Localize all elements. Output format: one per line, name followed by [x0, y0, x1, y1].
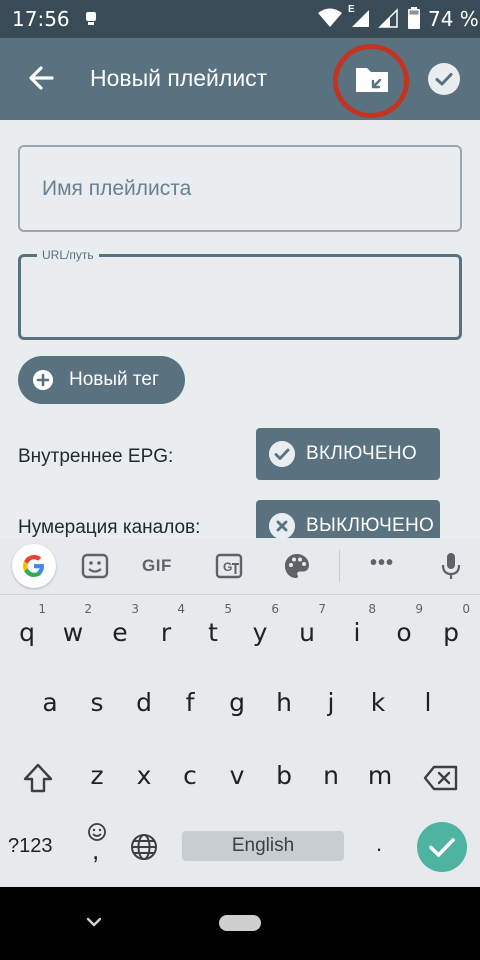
sticker-icon[interactable] — [80, 550, 110, 582]
key-v[interactable]: v — [214, 750, 260, 802]
gif-button[interactable]: GIF — [142, 556, 172, 576]
key-t[interactable]: t5 — [190, 603, 236, 659]
shift-icon[interactable] — [22, 762, 54, 794]
toolbar-divider — [339, 550, 340, 582]
battery-icon — [408, 7, 420, 29]
key-p[interactable]: p0 — [428, 603, 474, 659]
playlist-name-input[interactable]: Имя плейлиста — [18, 145, 462, 232]
comma-label: , — [92, 835, 100, 865]
key-q[interactable]: q1 — [4, 603, 50, 659]
key-z[interactable]: z — [74, 750, 120, 802]
signal-secondary-icon — [378, 8, 398, 28]
internal-epg-label: Внутреннее EPG: — [18, 446, 174, 467]
key-l[interactable]: l — [405, 677, 451, 729]
period-key[interactable]: . — [376, 831, 382, 857]
space-key[interactable]: English — [182, 831, 344, 861]
key-a[interactable]: a — [27, 677, 73, 729]
save-button[interactable] — [428, 63, 460, 95]
more-button[interactable]: ••• — [370, 552, 394, 575]
palette-icon[interactable] — [282, 550, 312, 582]
key-x[interactable]: x — [121, 750, 167, 802]
key-d[interactable]: d — [121, 677, 167, 729]
navigation-bar — [0, 887, 480, 960]
chevron-down-icon[interactable] — [84, 915, 104, 929]
key-g[interactable]: g — [214, 677, 260, 729]
status-time: 17:56 — [12, 7, 70, 31]
notification-icon — [86, 12, 96, 25]
key-h[interactable]: h — [261, 677, 307, 729]
key-j[interactable]: j — [308, 677, 354, 729]
check-circle-icon — [435, 73, 453, 86]
playlist-name-placeholder: Имя плейлиста — [42, 177, 192, 200]
close-icon — [269, 513, 295, 538]
page-title: Новый плейлист — [90, 65, 268, 91]
key-f[interactable]: f — [167, 677, 213, 729]
plus-icon — [33, 370, 53, 390]
form-content: Имя плейлиста URL/путь Новый тег Внутрен… — [0, 120, 480, 538]
url-path-label: URL/путь — [37, 248, 99, 262]
key-c[interactable]: c — [167, 750, 213, 802]
symbols-key[interactable]: ?123 — [8, 835, 53, 858]
key-s[interactable]: s — [74, 677, 120, 729]
new-tag-button[interactable]: Новый тег — [18, 356, 185, 404]
enter-key[interactable] — [417, 822, 467, 872]
key-e[interactable]: e3 — [97, 603, 143, 659]
channel-numbering-label: Нумерация каналов: — [18, 517, 201, 538]
svg-text:G: G — [223, 560, 232, 574]
globe-icon[interactable] — [128, 831, 160, 863]
translate-icon[interactable]: G — [214, 550, 244, 582]
backspace-icon[interactable] — [423, 765, 459, 791]
mic-icon[interactable] — [440, 550, 462, 582]
google-button[interactable] — [12, 544, 56, 588]
keyboard-toolbar: GIF G ••• — [0, 538, 480, 595]
folder-open-icon[interactable] — [353, 61, 391, 99]
check-icon — [269, 441, 295, 467]
internal-epg-state: ВКЛЮЧЕНО — [306, 443, 418, 464]
status-bar: 17:56 E 74 % — [0, 0, 480, 38]
arrow-back-icon[interactable] — [24, 60, 60, 96]
internal-epg-toggle[interactable]: ВКЛЮЧЕНО — [256, 428, 440, 480]
google-g-icon — [23, 555, 44, 577]
app-bar: Новый плейлист — [0, 38, 480, 120]
key-b[interactable]: b — [261, 750, 307, 802]
key-o[interactable]: o9 — [381, 603, 427, 659]
check-icon — [429, 838, 455, 857]
emoji-comma-key[interactable]: , — [84, 821, 110, 867]
key-u[interactable]: u7 — [284, 603, 330, 659]
key-y[interactable]: y6 — [237, 603, 283, 659]
battery-percent: 74 % — [428, 7, 479, 31]
key-w[interactable]: w2 — [50, 603, 96, 659]
key-i[interactable]: i8 — [334, 603, 380, 659]
keyboard: q1 w2 e3 r4 t5 y6 u7 i8 o9 p0 a s d f g … — [0, 595, 480, 887]
url-path-input[interactable]: URL/путь — [18, 248, 462, 340]
home-pill[interactable] — [219, 915, 261, 931]
channel-numbering-toggle[interactable]: ВЫКЛЮЧЕНО — [256, 500, 440, 538]
new-tag-label: Новый тег — [69, 369, 159, 390]
key-k[interactable]: k — [355, 677, 401, 729]
signal-icon — [352, 10, 369, 27]
key-m[interactable]: m — [357, 750, 403, 802]
key-n[interactable]: n — [308, 750, 354, 802]
wifi-icon — [318, 8, 342, 27]
channel-numbering-state: ВЫКЛЮЧЕНО — [306, 515, 435, 536]
key-r[interactable]: r4 — [143, 603, 189, 659]
